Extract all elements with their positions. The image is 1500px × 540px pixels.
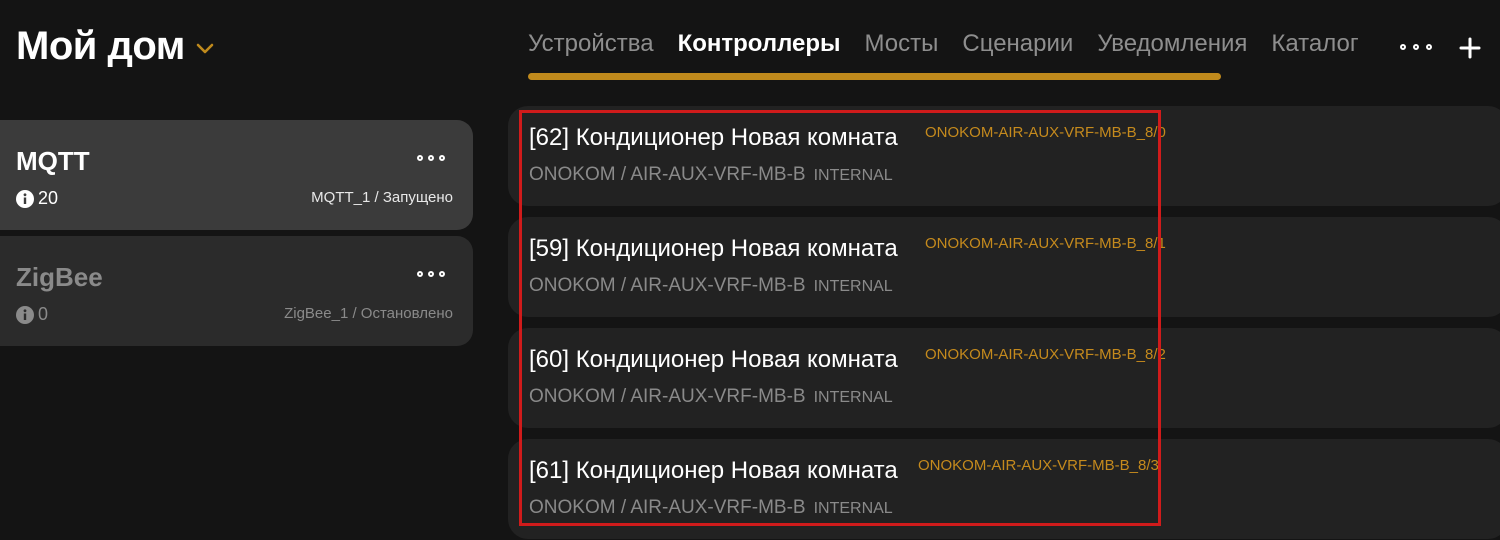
- bridge-more-button[interactable]: [417, 266, 445, 282]
- controller-kind: INTERNAL: [813, 278, 893, 295]
- info-icon: [16, 305, 34, 324]
- controller-card[interactable]: [59] Кондиционер Новая комната ONOKOM-AI…: [508, 217, 1500, 317]
- info-icon: [16, 189, 34, 208]
- tab-notifications[interactable]: Уведомления: [1097, 30, 1247, 58]
- bridge-count-value: 20: [38, 188, 59, 208]
- home-selector[interactable]: Мой дом: [16, 24, 215, 69]
- controller-card[interactable]: [60] Кондиционер Новая комната ONOKOM-AI…: [508, 328, 1500, 428]
- controller-card[interactable]: [62] Кондиционер Новая комната ONOKOM-AI…: [508, 106, 1500, 206]
- controller-subtitle: ONOKOM / AIR-AUX-VRF-MB-B INTERNAL: [529, 386, 893, 408]
- plus-icon[interactable]: [1458, 36, 1482, 60]
- tab-bridges[interactable]: Мосты: [865, 30, 939, 58]
- more-dot: [439, 271, 445, 277]
- more-tabs-button[interactable]: [1400, 37, 1432, 57]
- tab-devices[interactable]: Устройства: [528, 30, 654, 58]
- tab-catalog[interactable]: Каталог: [1271, 30, 1358, 58]
- more-dot: [1413, 44, 1419, 50]
- controller-model: ONOKOM / AIR-AUX-VRF-MB-B: [529, 497, 806, 518]
- more-dot: [428, 155, 434, 161]
- controller-subtitle: ONOKOM / AIR-AUX-VRF-MB-B INTERNAL: [529, 164, 893, 186]
- tab-controllers[interactable]: Контроллеры: [678, 30, 841, 58]
- bridge-name: ZigBee: [16, 262, 103, 292]
- controller-kind: INTERNAL: [813, 389, 893, 406]
- home-title: Мой дом: [16, 24, 185, 68]
- controller-card[interactable]: [61] Кондиционер Новая комната ONOKOM-AI…: [508, 439, 1500, 539]
- controller-id: ONOKOM-AIR-AUX-VRF-MB-B_8/0: [925, 124, 1166, 141]
- chevron-down-icon: [196, 43, 214, 53]
- more-dot: [428, 271, 434, 277]
- tab-scenarios[interactable]: Сценарии: [962, 30, 1073, 58]
- tab-bar: Устройства Контроллеры Мосты Сценарии Ув…: [528, 30, 1359, 58]
- controller-kind: INTERNAL: [813, 167, 893, 184]
- bridge-card-mqtt[interactable]: MQTT 20 MQTT_1 / Запущено: [0, 120, 473, 230]
- bridge-device-count: 0: [16, 304, 48, 325]
- more-horizontal-icon: [1400, 44, 1406, 50]
- more-dot: [1426, 44, 1432, 50]
- controller-model: ONOKOM / AIR-AUX-VRF-MB-B: [529, 386, 806, 407]
- more-dot: [439, 155, 445, 161]
- bridge-status: ZigBee_1 / Остановлено: [284, 305, 453, 322]
- bridge-count-value: 0: [38, 304, 49, 324]
- bridge-more-button[interactable]: [417, 150, 445, 166]
- controller-title: [60] Кондиционер Новая комната: [529, 346, 898, 373]
- controller-id: ONOKOM-AIR-AUX-VRF-MB-B_8/2: [925, 346, 1166, 363]
- bridge-status: MQTT_1 / Запущено: [311, 189, 453, 206]
- controller-model: ONOKOM / AIR-AUX-VRF-MB-B: [529, 164, 806, 185]
- controller-kind: INTERNAL: [813, 500, 893, 517]
- controller-subtitle: ONOKOM / AIR-AUX-VRF-MB-B INTERNAL: [529, 275, 893, 297]
- controller-subtitle: ONOKOM / AIR-AUX-VRF-MB-B INTERNAL: [529, 497, 893, 519]
- controller-title: [62] Кондиционер Новая комната: [529, 124, 898, 151]
- more-horizontal-icon: [417, 155, 423, 161]
- bridge-name: MQTT: [16, 146, 90, 176]
- bridge-card-zigbee[interactable]: ZigBee 0 ZigBee_1 / Остановлено: [0, 236, 473, 346]
- controller-title: [59] Кондиционер Новая комната: [529, 235, 898, 262]
- tab-active-indicator: [528, 73, 1221, 80]
- controller-title: [61] Кондиционер Новая комната: [529, 457, 898, 484]
- controller-model: ONOKOM / AIR-AUX-VRF-MB-B: [529, 275, 806, 296]
- controller-id: ONOKOM-AIR-AUX-VRF-MB-B_8/3: [918, 457, 1159, 474]
- controller-id: ONOKOM-AIR-AUX-VRF-MB-B_8/1: [925, 235, 1166, 252]
- bridge-device-count: 20: [16, 188, 58, 209]
- more-horizontal-icon: [417, 271, 423, 277]
